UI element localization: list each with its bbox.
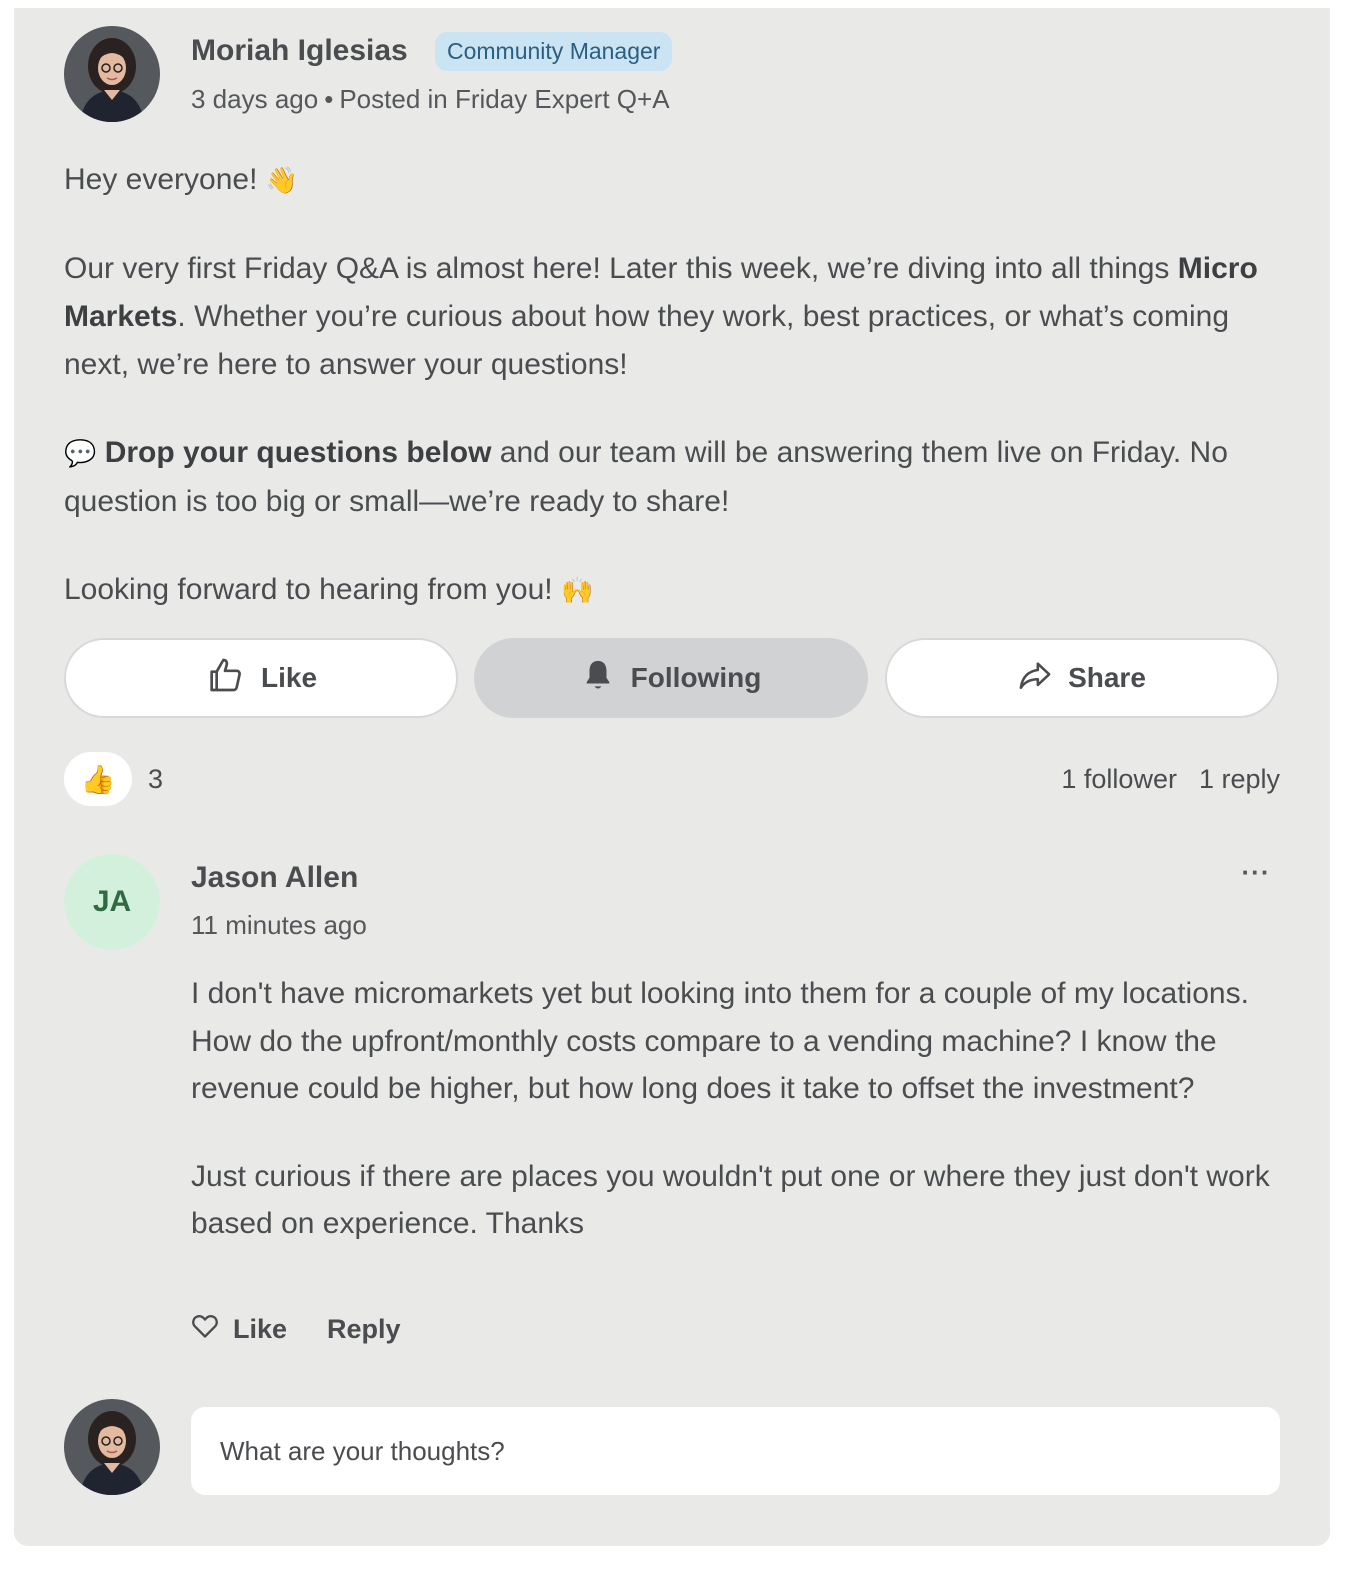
reply-button[interactable]: Reply: [327, 1314, 401, 1345]
closing-text: Looking forward to hearing from you!: [64, 573, 553, 606]
follower-count[interactable]: 1 follower: [1061, 764, 1177, 794]
reply-body: I don't have micromarkets yet but lookin…: [191, 970, 1281, 1288]
thumbs-up-reaction-icon[interactable]: 👍: [64, 752, 132, 806]
page-margin: [1330, 0, 1372, 1578]
reply-avatar[interactable]: JA: [64, 854, 160, 950]
post-closing: Looking forward to hearing from you! 🙌: [64, 566, 1294, 615]
para1-text-b: . Whether you’re curious about how they …: [64, 300, 1230, 381]
share-button[interactable]: Share: [885, 638, 1279, 718]
reply-like-button[interactable]: Like: [191, 1313, 287, 1346]
stats-summary: 1 follower 1 reply: [1061, 764, 1280, 795]
speech-bubble-emoji-icon: 💬: [64, 439, 97, 469]
reply-count[interactable]: 1 reply: [1199, 764, 1280, 794]
author-avatar[interactable]: [64, 26, 160, 122]
bell-icon: [581, 657, 615, 700]
reply-like-label: Like: [233, 1314, 288, 1344]
role-badge: Community Manager: [435, 32, 673, 71]
reaction-count[interactable]: 3: [148, 764, 163, 795]
reply-actions: Like Reply: [191, 1313, 401, 1346]
reply-paragraph-2: Just curious if there are places you wou…: [191, 1159, 1270, 1241]
more-options-icon[interactable]: ···: [1238, 859, 1274, 892]
like-label: Like: [260, 662, 318, 693]
like-button[interactable]: Like: [64, 638, 458, 718]
following-button[interactable]: Following: [474, 638, 868, 718]
following-label: Following: [630, 662, 762, 693]
post-paragraph-2: 💬 Drop your questions below and our team…: [64, 429, 1294, 526]
posted-in-link[interactable]: Posted in Friday Expert Q+A: [339, 84, 669, 114]
heart-icon: [191, 1313, 219, 1346]
post-body: Hey everyone! 👋 Our very first Friday Q&…: [64, 156, 1294, 655]
reply-author-name[interactable]: Jason Allen: [191, 861, 358, 895]
current-user-avatar[interactable]: [64, 1399, 160, 1495]
share-label: Share: [1068, 662, 1146, 693]
greeting-text: Hey everyone!: [64, 163, 258, 196]
para1-text-a: Our very first Friday Q&A is almost here…: [64, 252, 1178, 285]
comment-input[interactable]: [191, 1407, 1280, 1495]
para2-bold: Drop your questions below: [104, 436, 492, 469]
thumbs-up-icon: [205, 655, 245, 702]
post-time: 3 days ago: [191, 84, 319, 114]
wave-emoji-icon: 👋: [265, 166, 299, 196]
meta-separator: •: [324, 84, 334, 114]
share-arrow-icon: [1018, 658, 1052, 699]
reply-time: 11 minutes ago: [191, 910, 367, 940]
stats-row: 👍 3 1 follower 1 reply: [64, 752, 1280, 806]
raised-hands-emoji-icon: 🙌: [560, 576, 594, 606]
post-meta: 3 days ago • Posted in Friday Expert Q+A: [191, 84, 670, 115]
author-name[interactable]: Moriah Iglesias: [191, 34, 408, 68]
post-paragraph-1: Our very first Friday Q&A is almost here…: [64, 245, 1294, 389]
post-greeting: Hey everyone! 👋: [64, 156, 1294, 205]
reply-paragraph-1: I don't have micromarkets yet but lookin…: [191, 977, 1249, 1105]
